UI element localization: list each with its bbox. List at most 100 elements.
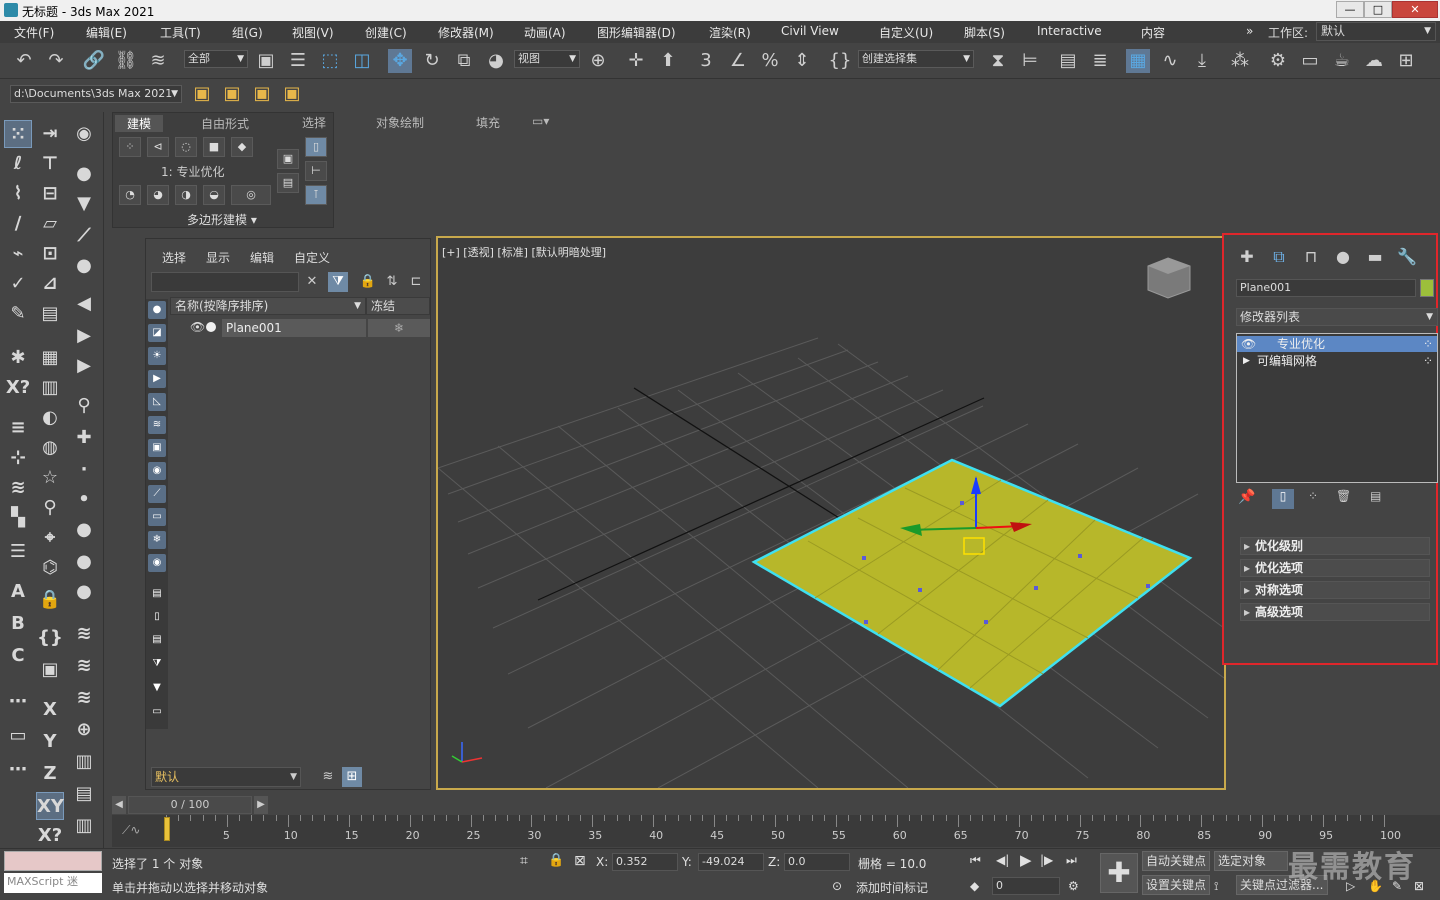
- add-time-tag[interactable]: 添加时间标记: [856, 879, 928, 896]
- layer-stack3-icon[interactable]: ≋: [70, 684, 98, 712]
- use-soft-selection-icon[interactable]: ⊢: [305, 161, 327, 181]
- y-coordinate-field[interactable]: -49.024: [698, 853, 764, 871]
- select-by-name-icon[interactable]: ☰: [286, 49, 310, 73]
- menu-graph-editors[interactable]: 图形编辑器(D): [597, 24, 676, 41]
- mirror-icon[interactable]: ⧗: [986, 49, 1010, 73]
- axis-xy-icon[interactable]: XY: [36, 792, 64, 820]
- paint-deform-icon[interactable]: ⚲: [36, 494, 64, 522]
- play-icon[interactable]: ▶: [1020, 851, 1032, 869]
- time-slider-value[interactable]: 0 / 100: [128, 796, 252, 814]
- ribbon-tab-object-paint[interactable]: 对象绘制: [376, 114, 424, 131]
- bevel-icon[interactable]: ⊟: [36, 180, 64, 208]
- pivot-center-icon[interactable]: ⊕: [586, 49, 610, 73]
- remove-modifier-icon[interactable]: 🗑: [1336, 489, 1351, 503]
- redo-icon[interactable]: ↷: [44, 49, 68, 73]
- layer-props-icon[interactable]: ▥: [70, 812, 98, 840]
- menu-rendering[interactable]: 渲染(R): [709, 24, 751, 41]
- selection-filter-combo[interactable]: 全部 ▼: [184, 50, 248, 68]
- display-tab-icon[interactable]: ▬: [1362, 245, 1388, 269]
- timeline[interactable]: ⟋∿ 5 10 15 20 25 30 35 40 45 50 55 60 65 70 75 80 85 90 95…: [112, 815, 1440, 847]
- object-name-cell[interactable]: Plane001: [222, 319, 366, 337]
- ribbon-tab-selection[interactable]: 选择: [302, 114, 326, 131]
- schematic-view-icon[interactable]: ⁂: [1228, 49, 1252, 73]
- bridge-icon[interactable]: ⊡: [36, 240, 64, 268]
- paint-select-icon[interactable]: ⌇: [4, 180, 32, 208]
- border-mode-icon[interactable]: ◌: [175, 137, 197, 157]
- extrude-icon[interactable]: ⊤: [36, 150, 64, 178]
- collapse-icon[interactable]: ▥: [36, 374, 64, 402]
- curve-editor-icon[interactable]: ∿: [1158, 49, 1182, 73]
- add-layer-icon[interactable]: ⊹: [4, 444, 32, 472]
- filter-icon[interactable]: ⧩: [328, 272, 348, 292]
- filter-frozen-icon[interactable]: ❄: [148, 531, 166, 549]
- stack-item-pro-optimizer[interactable]: 👁 专业优化 ⁘: [1237, 336, 1437, 352]
- filter-xrefs-icon[interactable]: ◉: [148, 462, 166, 480]
- edit-named-selection-icon[interactable]: {}: [828, 49, 852, 73]
- lasso-icon[interactable]: ℓ: [4, 150, 32, 178]
- object-name-field[interactable]: Plane001: [1236, 279, 1416, 297]
- hierarchy-icon[interactable]: ⊏: [406, 272, 426, 292]
- layer-delete-icon[interactable]: ▥: [70, 748, 98, 776]
- brush-icon[interactable]: ✎: [4, 300, 32, 328]
- perspective-viewport[interactable]: [+] [透视] [标准] [默认明暗处理]: [436, 236, 1226, 790]
- time-config-icon[interactable]: ⚙: [1068, 879, 1079, 893]
- rectangle-selection-icon[interactable]: ⬚: [318, 49, 342, 73]
- shapes-icon[interactable]: ●: [70, 160, 98, 188]
- smooth-icon[interactable]: ◍: [36, 434, 64, 462]
- ribbon-tab-freeform[interactable]: 自由形式: [201, 115, 249, 132]
- vertex-mode-icon[interactable]: ⁘: [119, 137, 141, 157]
- shirt-icon[interactable]: ▼: [70, 190, 98, 218]
- sync-icon[interactable]: ⇅: [382, 272, 402, 292]
- hierarchy-explorer-icon[interactable]: ⊞: [342, 767, 362, 787]
- filter-cameras-icon[interactable]: ▶: [148, 370, 166, 388]
- axis-z-icon[interactable]: Z: [36, 760, 64, 788]
- measure-icon[interactable]: ⋯: [4, 756, 32, 784]
- display-invert-icon[interactable]: ▤: [148, 631, 166, 649]
- element-mode-icon[interactable]: ◆: [231, 137, 253, 157]
- menu-file[interactable]: 文件(F): [14, 24, 54, 41]
- filter-groups-icon[interactable]: ▣: [148, 439, 166, 457]
- add-node-icon[interactable]: ✚: [70, 424, 98, 452]
- minimize-button[interactable]: —: [1336, 1, 1364, 18]
- render-frame-icon[interactable]: ▭: [1298, 49, 1322, 73]
- text-a-icon[interactable]: A: [4, 578, 32, 606]
- maximize-button[interactable]: □: [1364, 1, 1392, 18]
- ruler-icon[interactable]: ▭: [4, 722, 32, 750]
- explorer-menu-edit[interactable]: 编辑: [250, 249, 274, 266]
- play-frame-icon[interactable]: ▶: [70, 322, 98, 350]
- display-none-icon[interactable]: ▯: [148, 608, 166, 626]
- chamfer-icon[interactable]: ◐: [36, 404, 64, 432]
- ribbon-options-icon[interactable]: ▭▾: [532, 114, 549, 128]
- modify-tab-icon[interactable]: ⧉: [1266, 245, 1292, 269]
- axis-xz-icon[interactable]: X?: [36, 822, 64, 850]
- x-coordinate-field[interactable]: 0.352: [612, 853, 678, 871]
- weld-icon[interactable]: ▦: [36, 344, 64, 372]
- rollout-advanced-options[interactable]: 高级选项: [1240, 603, 1430, 621]
- inset-icon[interactable]: ▤: [36, 300, 64, 328]
- explorer-menu-display[interactable]: 显示: [206, 249, 230, 266]
- axis-x-icon[interactable]: X: [36, 696, 64, 724]
- render-setup-icon[interactable]: ⚙: [1266, 49, 1290, 73]
- render-production-icon[interactable]: ☕: [1330, 49, 1354, 73]
- menu-customize[interactable]: 自定义(U): [879, 24, 933, 41]
- utilities-tab-icon[interactable]: 🔧: [1394, 245, 1420, 269]
- menu-modifiers[interactable]: 修改器(M): [438, 24, 494, 41]
- menu-group[interactable]: 组(G): [232, 24, 263, 41]
- close-button[interactable]: ✕: [1392, 1, 1438, 18]
- align-icon[interactable]: ⊨: [1018, 49, 1042, 73]
- select-rotate-icon[interactable]: ↻: [420, 49, 444, 73]
- rollout-optimization-options[interactable]: 优化选项: [1240, 559, 1430, 577]
- relax-icon[interactable]: ☆: [36, 464, 64, 492]
- menu-content[interactable]: 内容: [1141, 24, 1165, 41]
- menu-edit[interactable]: 编辑(E): [86, 24, 127, 41]
- toggle-icon[interactable]: ⊺: [305, 185, 327, 205]
- auto-key-button[interactable]: 自动关键点: [1142, 851, 1211, 871]
- layer-combo[interactable]: 默认 ▼: [151, 767, 301, 787]
- layer-manager-icon[interactable]: ☰: [4, 538, 32, 566]
- z-coordinate-field[interactable]: 0.0: [784, 853, 850, 871]
- go-to-end-icon[interactable]: ⏭: [1066, 853, 1077, 868]
- column-header-freeze[interactable]: 冻结: [366, 297, 430, 315]
- set-key-button[interactable]: 设置关键点: [1142, 875, 1211, 895]
- create-tab-icon[interactable]: ✚: [1234, 245, 1260, 269]
- dope-sheet-icon[interactable]: ⤓: [1190, 49, 1214, 73]
